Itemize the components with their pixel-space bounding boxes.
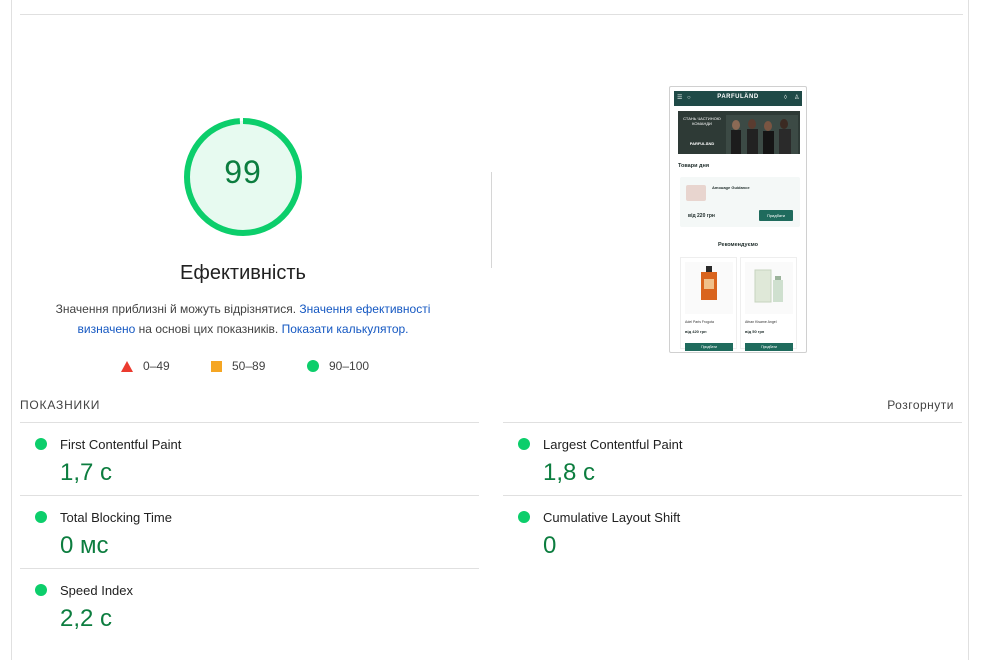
metric-name: Cumulative Layout Shift xyxy=(543,510,681,525)
metric-name: First Contentful Paint xyxy=(60,437,182,452)
site-logo: PARFULÄND xyxy=(717,94,759,100)
user-icon: ♙ xyxy=(794,95,800,101)
metric-name: Speed Index xyxy=(60,583,134,598)
metric-value: 2,2 с xyxy=(60,605,113,632)
top-divider xyxy=(20,14,963,15)
metric-value: 0 xyxy=(543,532,557,559)
buy-button: Придбати xyxy=(759,210,793,221)
banner-text: СТАНЬ ЧАСТИНОЮ КОМАНДИ xyxy=(683,116,721,126)
legend-label: 50–89 xyxy=(232,359,266,373)
pass-indicator-icon xyxy=(518,511,530,523)
metric-value: 1,8 с xyxy=(543,459,596,486)
section-title-recommended: Рекомендуємо xyxy=(717,242,759,248)
gauge-score: 99 xyxy=(224,154,262,190)
site-banner: СТАНЬ ЧАСТИНОЮ КОМАНДИ PARFULÄND xyxy=(678,111,800,154)
site-header: ☰ ○ PARFULÄND ◊ ♙ xyxy=(674,91,802,106)
day-product-card: Amouage Guidance від 220 грн Придбати xyxy=(680,177,800,227)
product-card: Adel Paris Frogota від 420 грн Придбати xyxy=(680,257,737,351)
metrics-header: ПОКАЗНИКИ xyxy=(20,398,101,412)
legend-item-pass: 90–100 xyxy=(307,358,369,374)
metric-tbt: Total Blocking Time 0 мс xyxy=(20,495,479,568)
circle-icon xyxy=(307,360,319,372)
pass-indicator-icon xyxy=(518,438,530,450)
legend-item-fail: 0–49 xyxy=(121,358,170,374)
gauge-title: Ефективність xyxy=(180,262,306,284)
metric-fcp: First Contentful Paint 1,7 с xyxy=(20,422,479,495)
buy-button: Придбати xyxy=(685,343,733,351)
section-title-day: Товари дня xyxy=(678,163,710,169)
banner-photo xyxy=(726,115,798,154)
triangle-icon xyxy=(121,360,133,372)
description-text-2: на основі цих показників. xyxy=(135,322,282,336)
product-image xyxy=(745,262,793,314)
metric-cls: Cumulative Layout Shift 0 xyxy=(503,495,962,568)
expand-toggle[interactable]: Розгорнути xyxy=(870,398,954,412)
pass-indicator-icon xyxy=(35,584,47,596)
metric-value: 1,7 с xyxy=(60,459,113,486)
gauge-description: Значення приблизні й можуть відрізнятися… xyxy=(48,299,438,339)
pass-indicator-icon xyxy=(35,438,47,450)
vertical-divider xyxy=(491,172,492,268)
final-screenshot[interactable]: ☰ ○ PARFULÄND ◊ ♙ СТАНЬ ЧАСТИНОЮ КОМАНДИ… xyxy=(669,86,807,353)
calculator-link[interactable]: Показати калькулятор. xyxy=(282,322,409,336)
product-price: від 220 грн xyxy=(688,213,715,219)
product-price: від 420 грн xyxy=(685,329,707,334)
description-text-1: Значення приблизні й можуть відрізнятися… xyxy=(55,302,300,316)
square-icon xyxy=(211,360,222,372)
metric-speed-index: Speed Index 2,2 с xyxy=(20,568,479,638)
product-card: Afnan Kisame Angel від 50 грн Придбати xyxy=(740,257,797,351)
legend-item-average: 50–89 xyxy=(211,358,265,374)
product-price: від 50 грн xyxy=(745,329,765,334)
metric-value: 0 мс xyxy=(60,532,109,559)
product-name: Amouage Guidance xyxy=(712,185,750,190)
metric-name: Total Blocking Time xyxy=(60,510,172,525)
product-name: Adel Paris Frogota xyxy=(685,320,714,324)
legend-label: 90–100 xyxy=(329,359,370,373)
metric-lcp: Largest Contentful Paint 1,8 с xyxy=(503,422,962,495)
buy-button: Придбати xyxy=(745,343,793,351)
banner-logo: PARFULÄND xyxy=(689,141,715,146)
product-name: Afnan Kisame Angel xyxy=(745,320,777,324)
metric-name: Largest Contentful Paint xyxy=(543,437,683,452)
location-icon: ◊ xyxy=(784,95,787,101)
legend-label: 0–49 xyxy=(143,359,170,373)
product-image xyxy=(685,262,733,314)
pass-indicator-icon xyxy=(35,511,47,523)
product-image xyxy=(686,185,706,201)
